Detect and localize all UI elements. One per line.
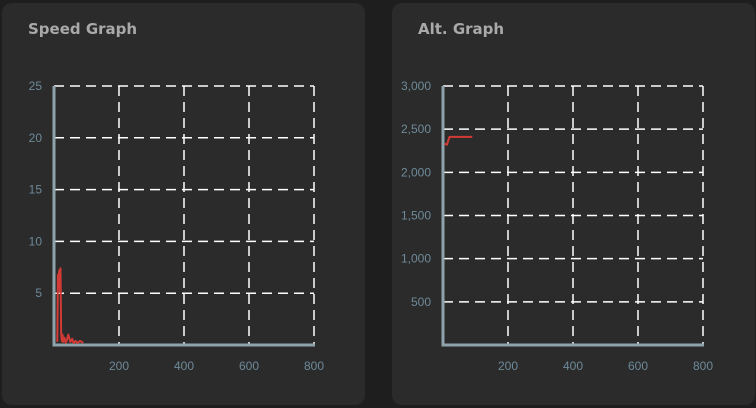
y-tick-label: 2,500 [401,122,431,136]
x-tick-label: 600 [628,359,648,373]
x-tick-label: 400 [174,359,194,373]
speed-graph-panel: Speed Graph 5 10 15 20 25 200 400 600 800 [2,3,365,405]
x-tick-label: 200 [498,359,518,373]
speed-chart: 5 10 15 20 25 200 400 600 800 [29,79,325,373]
y-tick-label: 1,500 [401,209,431,223]
x-tick-label: 800 [693,359,713,373]
y-tick-label: 5 [35,286,42,300]
y-tick-label: 2,000 [401,165,431,179]
y-tick-label: 25 [29,79,43,93]
y-tick-label: 10 [29,234,43,248]
y-tick-label: 3,000 [401,79,431,93]
x-tick-label: 600 [239,359,259,373]
series-line [56,267,84,344]
y-tick-label: 20 [29,131,43,145]
y-tick-label: 1,000 [401,252,431,266]
y-tick-label: 500 [411,295,431,309]
y-tick-label: 15 [29,183,43,197]
series-line [444,135,473,146]
x-tick-label: 200 [109,359,129,373]
x-tick-label: 800 [304,359,324,373]
x-tick-label: 400 [563,359,583,373]
alt-chart: 500 1,000 1,500 2,000 2,500 3,000 200 400 600 800 [401,79,713,373]
alt-graph-panel: Alt. Graph 500 1,000 1,500 2,000 2,500 3,000 2… [392,3,755,405]
